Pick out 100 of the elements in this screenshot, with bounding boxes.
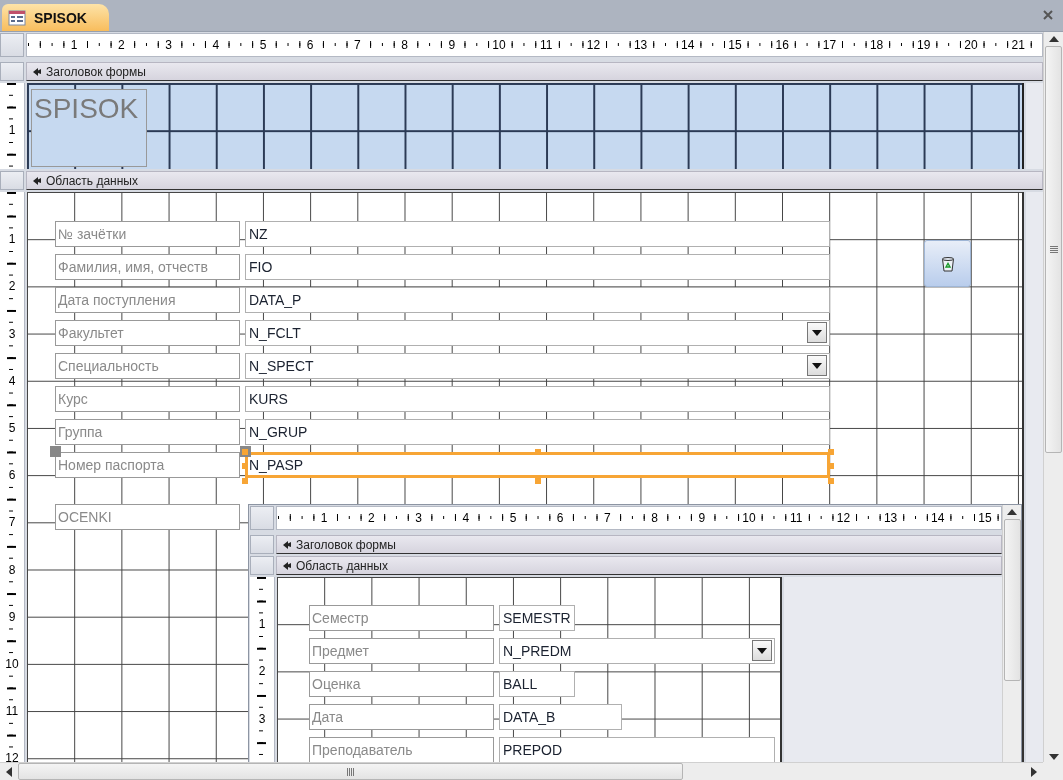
sizing-handle[interactable] [534,449,541,455]
grip-icon [1049,246,1058,253]
ruler-number: 14 [680,38,696,52]
vertical-scrollbar[interactable] [1002,505,1021,762]
ruler-number: 12 [585,38,602,52]
text-box[interactable]: DATA_P [245,287,830,313]
recycle-bin-icon [940,255,955,272]
section-bar[interactable]: Заголовок формы [26,62,1043,81]
triangle-icon [812,329,822,336]
scroll-thumb[interactable] [18,763,683,780]
ruler-number: 1 [69,38,79,52]
form-selector[interactable] [0,33,24,57]
ruler-number: 5 [508,511,518,525]
combo-box[interactable]: N_SPECT [245,353,830,379]
ruler-number: 6 [305,38,315,52]
ruler-number: 3 [414,511,423,525]
text-box[interactable]: SEMESTR [499,605,575,631]
dropdown-button[interactable] [807,322,827,343]
ruler-number: 10 [741,511,757,525]
ruler-number: 4 [461,511,471,525]
field-label[interactable]: Оценка [309,671,494,697]
subform-control[interactable]: 1 2 3 4 5 6 7 8 9 10 11 12 13 14 15 Заголовок формы Область данных 1 2 3 Семестр SEMESTR Предмет N_PREDM Оценка BALL Дата DATA_B Преподаватель PREPOD [248,504,1022,762]
up-arrow-icon [1048,36,1059,42]
ruler-number: 20 [963,38,979,52]
sizing-handle[interactable] [828,478,834,484]
form-selector[interactable] [250,506,274,530]
ruler-number: 12 [835,511,852,525]
combo-box[interactable]: N_FCLT [245,320,830,346]
section-arrow-icon [32,66,42,77]
horizontal-scrollbar[interactable] [0,762,1043,780]
ruler-number: 11 [788,511,804,525]
ruler-number: 13 [632,38,649,52]
ruler-number: 6 [555,511,565,525]
field-label[interactable]: № зачётки [55,221,240,247]
field-label[interactable]: Фамилия, имя, отчеств [55,254,240,280]
text-box[interactable]: PREPOD [499,737,775,762]
field-label[interactable]: Группа [55,419,240,445]
subform-label[interactable]: OCENKI [55,504,240,530]
ruler-number: 9 [447,38,457,52]
sizing-handle[interactable] [828,463,834,469]
text-box[interactable]: BALL [499,671,575,697]
move-handle[interactable] [50,446,61,457]
text-box[interactable]: N_PASP [245,452,830,478]
scroll-thumb[interactable] [1045,46,1062,453]
text-box[interactable]: FIO [245,254,830,280]
vertical-scrollbar[interactable] [1043,32,1063,762]
text-box[interactable]: KURS [245,386,830,412]
field-label[interactable]: Преподаватель [309,737,494,762]
section-bar[interactable]: Область данных [26,171,1043,190]
ruler-number: 5 [258,38,268,52]
section-selector[interactable] [0,62,24,81]
ruler-number: 15 [727,38,743,52]
section-bar[interactable]: Заголовок формы [276,535,1002,554]
ruler-number: 18 [868,38,885,52]
ruler-number: 15 [977,511,993,525]
text-box[interactable]: DATA_B [499,704,622,730]
sizing-handle[interactable] [242,463,248,469]
recycle-bin-button[interactable] [924,240,971,287]
section-selector[interactable] [250,535,274,554]
field-label[interactable]: Специальность [55,353,240,379]
sizing-handle[interactable] [534,478,541,484]
section-selector[interactable] [0,171,24,190]
field-label[interactable]: Дата поступления [55,287,240,313]
combo-box[interactable]: N_PREDM [499,638,775,664]
down-arrow-icon [1048,754,1059,760]
ruler-number: 7 [353,38,362,52]
ruler-number: 17 [821,38,838,52]
form-icon [8,9,26,26]
section-selector[interactable] [250,556,274,575]
field-label[interactable]: Курс [55,386,240,412]
close-icon[interactable] [1042,9,1054,21]
ruler-number: 8 [650,511,659,525]
dropdown-button[interactable] [807,355,827,376]
field-label[interactable]: Номер паспорта [55,452,240,478]
triangle-icon [757,647,767,654]
dropdown-button[interactable] [752,640,772,661]
right-arrow-icon [1031,766,1037,777]
text-box[interactable]: N_GRUP [245,419,830,445]
sizing-handle[interactable] [242,478,248,484]
ruler-number: 7 [603,511,612,525]
section-arrow-icon [32,175,42,186]
text-box[interactable]: NZ [245,221,830,247]
ruler-number: 2 [367,511,376,525]
document-tab[interactable]: SPISOK [2,4,109,31]
ruler-number: 4 [211,38,221,52]
sizing-handle[interactable] [828,449,834,455]
ruler-number: 16 [774,38,790,52]
ruler-number: 13 [882,511,899,525]
section-bar[interactable]: Область данных [276,556,1002,575]
ruler-number: 1 [319,511,329,525]
section-arrow-icon [282,560,292,571]
ruler-number: 14 [930,511,946,525]
field-label[interactable]: Семестр [309,605,494,631]
triangle-icon [812,362,822,369]
field-label[interactable]: Факультет [55,320,240,346]
ruler-number: 3 [164,38,173,52]
ruler-number: 19 [916,38,932,52]
scroll-thumb[interactable] [1003,519,1021,681]
ruler-number: 21 [1010,38,1026,52]
section-arrow-icon [282,539,292,550]
